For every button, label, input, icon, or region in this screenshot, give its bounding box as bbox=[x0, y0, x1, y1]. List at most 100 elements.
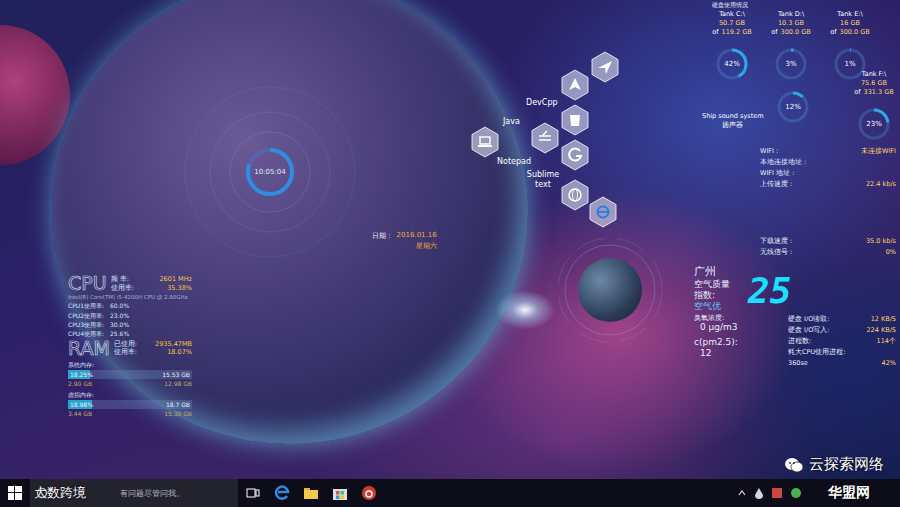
launcher-hex[interactable] bbox=[562, 105, 588, 135]
java-icon bbox=[539, 131, 551, 140]
edge-icon bbox=[274, 485, 290, 501]
gauge-percent: 23% bbox=[855, 105, 893, 143]
disk-name: Tank D:\ bbox=[778, 10, 804, 19]
plane-icon bbox=[598, 61, 612, 74]
cpu-usage-label: 使用率: bbox=[111, 284, 134, 293]
launcher-hex[interactable] bbox=[472, 127, 498, 157]
disk-usage-gauge: 23% bbox=[855, 105, 893, 143]
arrow-icon bbox=[569, 78, 581, 90]
air-quality-widget: 广州空气质量指数:空气优25臭氧浓度:0 μg/m3c(pm2.5):12 bbox=[694, 265, 804, 359]
edge-button[interactable] bbox=[267, 479, 296, 507]
network-row: 下载速度 :35.0 kb/s bbox=[760, 237, 896, 246]
core-label: CPU2使用率: bbox=[68, 312, 104, 320]
tray-arrow-icon[interactable] bbox=[737, 488, 747, 498]
desktop-area: 10:05:04日期 :2016.01.16星期六DevCppJavaNotep… bbox=[0, 0, 900, 479]
launcher-label[interactable]: Sublime text bbox=[526, 170, 560, 189]
explorer-button[interactable] bbox=[296, 479, 325, 507]
memory-bar: 18.98%18.7 GB bbox=[68, 400, 192, 409]
core-row: CPU1使用率:60.0% bbox=[68, 302, 192, 310]
network-label: WIFI 地址 : bbox=[760, 169, 794, 178]
launcher-label[interactable]: Java bbox=[503, 117, 520, 127]
disk-of: of bbox=[771, 28, 777, 37]
network-label: 下载速度 : bbox=[760, 237, 792, 246]
pm25-value: 12 bbox=[694, 348, 804, 359]
top-process: 360se42% bbox=[788, 359, 896, 367]
disk-total: 300.0 GB bbox=[840, 28, 870, 37]
memory-bar: 18.25%15.53 GB bbox=[68, 370, 192, 379]
core-label: CPU3使用率: bbox=[68, 321, 104, 329]
launcher-label[interactable]: Notepad bbox=[497, 157, 531, 167]
aqi-label: 空气质量指数: bbox=[694, 279, 738, 302]
sound-device: 扬声器 bbox=[722, 121, 743, 130]
launcher-hex[interactable] bbox=[590, 197, 616, 227]
pm25-label: c(pm2.5): bbox=[694, 337, 804, 348]
task-view-button[interactable] bbox=[238, 479, 267, 507]
process-cpu: 42% bbox=[882, 359, 896, 367]
volume-gauge[interactable]: 12% bbox=[774, 88, 812, 126]
music-button[interactable] bbox=[354, 479, 383, 507]
ram-usage: 18.07% bbox=[167, 348, 192, 357]
disk-name: Tank F:\ bbox=[862, 70, 886, 79]
system-tray bbox=[729, 487, 810, 499]
disk-of: of bbox=[854, 88, 860, 97]
io-row: 进程数: 114个 bbox=[788, 337, 896, 346]
store-button[interactable] bbox=[325, 479, 354, 507]
launcher-label[interactable]: DevCpp bbox=[526, 98, 558, 108]
laptop-icon bbox=[478, 137, 492, 147]
launcher-hex[interactable] bbox=[592, 52, 618, 82]
core-label: CPU1使用率: bbox=[68, 302, 104, 310]
memory-group: 系统内存:18.25%15.53 GB2.90 GB12.98 GB bbox=[68, 361, 192, 388]
wechat-watermark-text: 云探索网络 bbox=[809, 455, 884, 474]
ie-icon bbox=[598, 207, 609, 218]
disk-usage-gauge: 42% bbox=[713, 45, 751, 83]
windows-icon bbox=[8, 486, 22, 500]
core-value: 23.0% bbox=[110, 312, 129, 320]
network-row: 无线信号 :0% bbox=[760, 248, 896, 257]
disk-name: Tank C:\ bbox=[719, 10, 745, 19]
disk-name: Tank E:\ bbox=[837, 10, 862, 19]
cpu-freq: 2601 MHz bbox=[159, 275, 192, 284]
tray-app-icon[interactable] bbox=[790, 487, 802, 499]
disk-gauge: Tank F:\75.6 GBof 331.3 GB 23% bbox=[851, 70, 897, 143]
launcher-hex[interactable] bbox=[562, 70, 588, 100]
core-label: CPU4使用率: bbox=[68, 330, 104, 338]
cpu-model: Intel(R) Core(TM) i5-4200H CPU @ 2.80GHz bbox=[68, 294, 192, 301]
memory-group: 虚拟内存:18.98%18.7 GB3.44 GB15.30 GB bbox=[68, 391, 192, 418]
wechat-icon bbox=[784, 456, 804, 474]
disk-used: 75.6 GB bbox=[861, 79, 887, 88]
gauge-percent: 3% bbox=[772, 45, 810, 83]
network-row: 上传速度 :22.4 kb/s bbox=[760, 180, 896, 189]
small-planet bbox=[578, 258, 642, 322]
sound-label: Ship sound system bbox=[702, 112, 764, 121]
task-view-icon bbox=[246, 487, 260, 499]
io-value: 114个 bbox=[877, 337, 896, 346]
network-speed: 下载速度 :35.0 kb/s 无线信号 :0% bbox=[760, 237, 896, 257]
memory-used: 2.90 GB bbox=[68, 380, 92, 388]
disk-used: 16 GB bbox=[840, 19, 860, 28]
aqi-value: 25 bbox=[748, 273, 791, 309]
tray-drop-icon[interactable] bbox=[754, 487, 764, 499]
io-label: 进程数: bbox=[788, 337, 811, 346]
core-value: 25.6% bbox=[110, 330, 129, 338]
date-value: 2016.01.16 bbox=[397, 231, 437, 241]
launcher-hex[interactable] bbox=[532, 123, 558, 153]
tray-app-icon[interactable] bbox=[771, 487, 783, 499]
cpu-ram-widget: CPU频 率:2601 MHz使用率:35.38%Intel(R) Core(T… bbox=[68, 274, 192, 418]
disk-total: 331.3 GB bbox=[864, 88, 894, 97]
launcher-hex[interactable] bbox=[562, 180, 588, 210]
launcher-hex[interactable] bbox=[562, 140, 588, 170]
ozone-value: 0 μg/m3 bbox=[694, 322, 804, 333]
date-widget: 日期 :2016.01.16星期六 bbox=[372, 231, 437, 251]
light-flare bbox=[495, 290, 555, 330]
network-row: 本地连接地址 : bbox=[760, 158, 896, 167]
netease-music-icon bbox=[361, 485, 377, 501]
orbit-rings bbox=[555, 235, 665, 345]
watermark-left: 大数跨境 bbox=[34, 484, 86, 502]
ram-usage-label: 使用率: bbox=[114, 348, 137, 357]
start-button[interactable] bbox=[0, 479, 30, 507]
aqi-quality: 空气优 bbox=[694, 301, 738, 312]
memory-percent: 18.98% bbox=[70, 400, 93, 409]
network-label: 上传速度 : bbox=[760, 180, 792, 189]
network-row: WIFI 地址 : bbox=[760, 169, 896, 178]
ozone-label: 臭氧浓度: bbox=[694, 314, 804, 323]
